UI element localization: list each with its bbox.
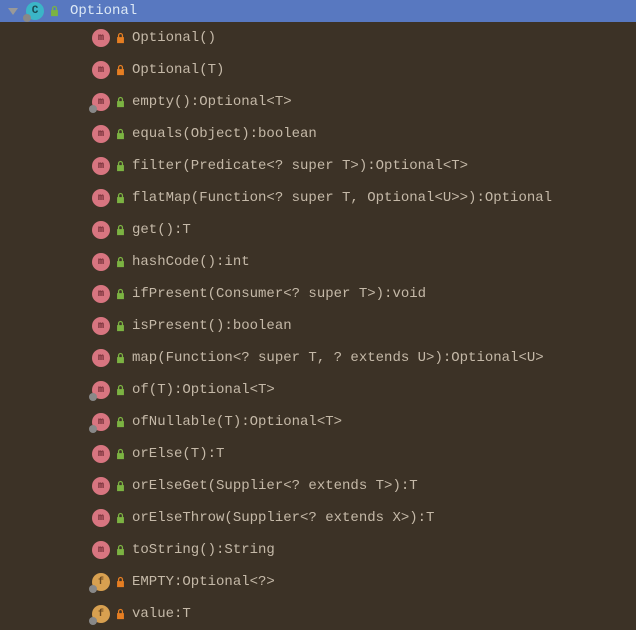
member-signature: empty():Optional<T>: [132, 94, 292, 110]
class-icon: C: [26, 2, 44, 20]
class-name-label: Optional: [70, 3, 137, 19]
method-icon: m: [92, 125, 110, 143]
lock-public-icon: [114, 544, 126, 556]
member-signature: toString():String: [132, 542, 275, 558]
member-row[interactable]: m flatMap(Function<? super T, Optional<U>…: [0, 182, 636, 214]
member-row[interactable]: m toString():String: [0, 534, 636, 566]
member-row[interactable]: m map(Function<? super T, ? extends U>):O…: [0, 342, 636, 374]
member-row[interactable]: m ifPresent(Consumer<? super T>):void: [0, 278, 636, 310]
lock-public-icon: [114, 480, 126, 492]
lock-private-icon: [114, 608, 126, 620]
lock-public-icon: [114, 224, 126, 236]
lock-public-icon: [114, 384, 126, 396]
member-row[interactable]: m equals(Object):boolean: [0, 118, 636, 150]
method-icon: m: [92, 93, 110, 111]
method-icon: m: [92, 189, 110, 207]
member-signature: equals(Object):boolean: [132, 126, 317, 142]
method-icon: m: [92, 157, 110, 175]
member-signature: map(Function<? super T, ? extends U>):Op…: [132, 350, 544, 366]
method-icon: m: [92, 253, 110, 271]
member-signature: EMPTY:Optional<?>: [132, 574, 275, 590]
disclosure-triangle-icon[interactable]: [8, 8, 18, 15]
lock-public-icon: [114, 288, 126, 300]
field-icon: f: [92, 573, 110, 591]
lock-public-icon: [114, 96, 126, 108]
member-signature: ifPresent(Consumer<? super T>):void: [132, 286, 426, 302]
member-signature: orElse(T):T: [132, 446, 224, 462]
lock-public-icon: [114, 128, 126, 140]
method-icon: m: [92, 349, 110, 367]
method-icon: m: [92, 413, 110, 431]
method-icon: m: [92, 509, 110, 527]
method-icon: m: [92, 381, 110, 399]
method-icon: m: [92, 477, 110, 495]
member-row[interactable]: f value:T: [0, 598, 636, 630]
lock-public-icon: [114, 416, 126, 428]
lock-private-icon: [114, 64, 126, 76]
member-row[interactable]: m filter(Predicate<? super T>):Optional<T…: [0, 150, 636, 182]
member-signature: orElseThrow(Supplier<? extends X>):T: [132, 510, 434, 526]
lock-private-icon: [114, 32, 126, 44]
member-signature: flatMap(Function<? super T, Optional<U>>…: [132, 190, 552, 206]
member-signature: hashCode():int: [132, 254, 250, 270]
lock-public-icon: [114, 160, 126, 172]
member-signature: value:T: [132, 606, 191, 622]
member-row[interactable]: m ofNullable(T):Optional<T>: [0, 406, 636, 438]
member-signature: orElseGet(Supplier<? extends T>):T: [132, 478, 418, 494]
class-header[interactable]: C Optional: [0, 0, 636, 22]
member-row[interactable]: m orElseThrow(Supplier<? extends X>):T: [0, 502, 636, 534]
lock-public-icon: [114, 448, 126, 460]
method-icon: m: [92, 445, 110, 463]
member-signature: ofNullable(T):Optional<T>: [132, 414, 342, 430]
lock-public-icon: [114, 256, 126, 268]
lock-public-icon: [114, 352, 126, 364]
member-row[interactable]: m of(T):Optional<T>: [0, 374, 636, 406]
lock-private-icon: [114, 576, 126, 588]
member-signature: of(T):Optional<T>: [132, 382, 275, 398]
member-row[interactable]: m empty():Optional<T>: [0, 86, 636, 118]
member-row[interactable]: f EMPTY:Optional<?>: [0, 566, 636, 598]
member-row[interactable]: m get():T: [0, 214, 636, 246]
method-icon: m: [92, 221, 110, 239]
method-icon: m: [92, 285, 110, 303]
member-row[interactable]: m orElseGet(Supplier<? extends T>):T: [0, 470, 636, 502]
method-icon: m: [92, 29, 110, 47]
field-icon: f: [92, 605, 110, 623]
method-icon: m: [92, 541, 110, 559]
lock-public-icon: [114, 192, 126, 204]
member-row[interactable]: m hashCode():int: [0, 246, 636, 278]
lock-public-icon: [114, 512, 126, 524]
member-signature: Optional(T): [132, 62, 224, 78]
member-row[interactable]: m isPresent():boolean: [0, 310, 636, 342]
member-row[interactable]: m Optional(T): [0, 54, 636, 86]
method-icon: m: [92, 61, 110, 79]
lock-public-icon: [48, 5, 60, 17]
method-icon: m: [92, 317, 110, 335]
member-row[interactable]: m orElse(T):T: [0, 438, 636, 470]
member-signature: isPresent():boolean: [132, 318, 292, 334]
lock-public-icon: [114, 320, 126, 332]
member-row[interactable]: m Optional(): [0, 22, 636, 54]
member-signature: filter(Predicate<? super T>):Optional<T>: [132, 158, 468, 174]
member-signature: get():T: [132, 222, 191, 238]
members-list: m Optional() m Optional(T) m empty():Optional…: [0, 22, 636, 630]
member-signature: Optional(): [132, 30, 216, 46]
